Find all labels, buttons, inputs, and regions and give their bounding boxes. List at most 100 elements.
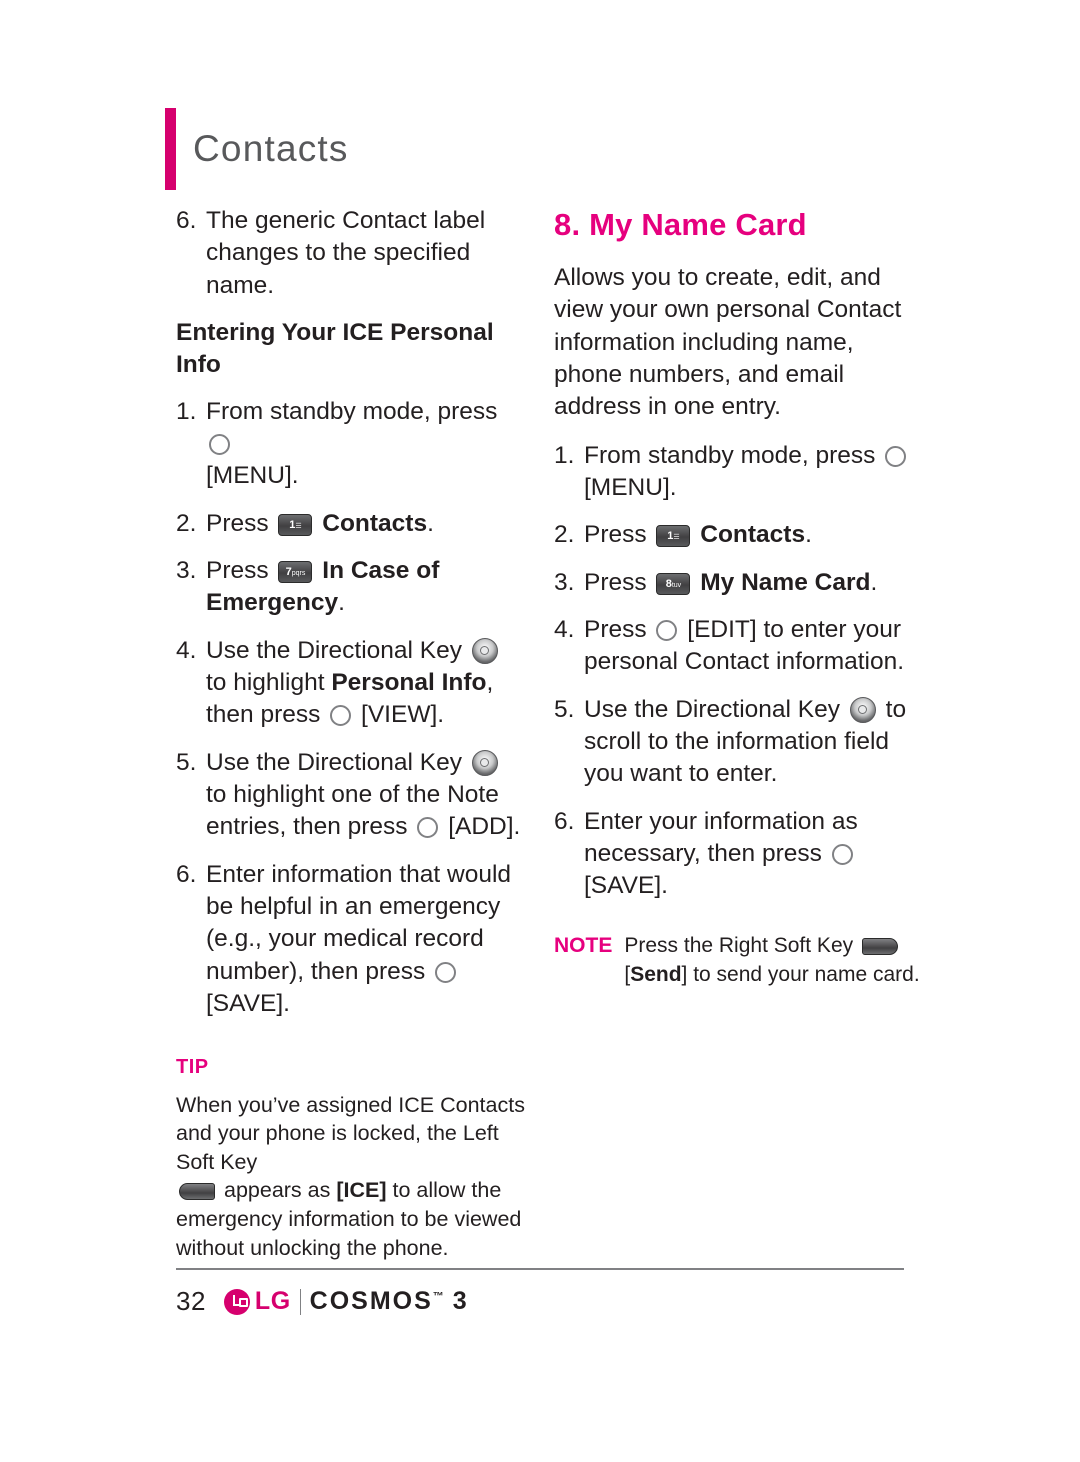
left-step-6: 6. Enter information that would be helpf…	[176, 859, 526, 1021]
step-number: 1.	[176, 397, 197, 425]
step-text: From standby mode, press [MENU].	[584, 440, 926, 505]
left-step-5: 5. Use the Directional Key to highlight …	[176, 747, 526, 844]
manual-page: Contacts 6. The generic Contact label ch…	[0, 0, 1080, 1462]
step-text-post: [VIEW].	[361, 701, 445, 729]
nav-key-icon	[471, 637, 498, 664]
lg-face-icon	[223, 1288, 250, 1315]
step-number: 6.	[554, 807, 575, 835]
header-accent-bar	[165, 108, 176, 190]
key-1-symbol: ☰	[295, 522, 302, 530]
page-title: Contacts	[193, 128, 349, 169]
key-1-icon: 1☰	[656, 525, 691, 548]
tip-boxed-label: [ICE]	[336, 1178, 387, 1203]
right-step-5: 5. Use the Directional Key to scroll to …	[554, 694, 926, 791]
step-text: Use the Directional Key to scroll to the…	[584, 694, 926, 791]
footer-divider	[176, 1268, 904, 1270]
right-step-3: 3. Press 8tuv My Name Card.	[554, 567, 926, 599]
step-text-pre: From standby mode, press	[584, 441, 876, 469]
step-text: Press [EDIT] to enter your personal Cont…	[584, 614, 926, 679]
step-text-post: [ADD].	[448, 813, 521, 841]
lg-logo: LG	[223, 1287, 291, 1316]
subsection-heading: Entering Your ICE Personal Info	[176, 318, 494, 379]
step-text: Press 7pqrs In Case of Emergency.	[206, 555, 526, 620]
step-number: 1.	[554, 441, 575, 469]
key-7-letters: pqrs	[291, 569, 306, 577]
section-title: 8. My Name Card	[554, 207, 807, 242]
tip-text-part1: When you’ve assigned ICE Contacts and yo…	[176, 1092, 525, 1174]
nav-key-icon	[849, 696, 876, 723]
left-step-4: 4. Use the Directional Key to highlight …	[176, 635, 526, 732]
note-text-part2: ] to send your name card.	[681, 962, 920, 986]
right-column: 8. My Name Card Allows you to create, ed…	[554, 205, 926, 989]
note-text-part1: Press the Right Soft Key	[624, 934, 854, 958]
step-bold-term: Personal Info	[331, 668, 487, 696]
step-text-post: [SAVE].	[206, 989, 290, 1017]
round-key-icon	[435, 961, 457, 983]
step-text: Enter information that would be helpful …	[206, 859, 526, 1021]
step-text-post: [MENU].	[206, 462, 299, 490]
round-key-icon	[417, 817, 439, 839]
step-text: Press 1☰ Contacts.	[206, 508, 526, 540]
step-number: 5.	[176, 748, 197, 776]
step-text-post: [MENU].	[584, 473, 677, 501]
step-text-pre: Press	[584, 521, 647, 549]
page-footer: 32 LG COSMOS™ 3	[176, 1286, 469, 1317]
step-text-pre: Use the Directional Key	[584, 695, 841, 723]
step-number: 3.	[176, 556, 197, 584]
step-text-pre: From standby mode, press	[206, 397, 498, 425]
right-step-1: 1. From standby mode, press [MENU].	[554, 440, 926, 505]
right-step-6: 6. Enter your information as necessary, …	[554, 806, 926, 903]
left-step-1: 1. From standby mode, press [MENU].	[176, 396, 526, 493]
tip-label: TIP	[176, 1056, 209, 1079]
page-number: 32	[176, 1286, 206, 1316]
step-text-post: .	[870, 568, 878, 596]
step-bold-term: Contacts	[322, 509, 428, 537]
step-text-pre: Press	[584, 568, 647, 596]
key-1-symbol: ☰	[673, 534, 680, 542]
step-text: Use the Directional Key to highlight one…	[206, 747, 526, 844]
step-number: 6.	[176, 860, 197, 888]
step-text: Enter your information as necessary, the…	[584, 806, 926, 903]
step-number: 2.	[176, 509, 197, 537]
step-text: The generic Contact label changes to the…	[206, 207, 486, 299]
step-text-mid: to highlight	[206, 668, 325, 696]
left-soft-key-icon	[179, 1183, 215, 1201]
step-text-pre: Press	[584, 615, 647, 643]
tip-text-part2: appears as	[223, 1178, 331, 1203]
product-version: 3	[452, 1287, 469, 1315]
step-6-previous: 6. The generic Contact label changes to …	[176, 205, 526, 302]
note-block: NOTE Press the Right Soft Key [Send] to …	[554, 932, 926, 989]
left-step-2: 2. Press 1☰ Contacts.	[176, 508, 526, 540]
step-text-post: .	[427, 509, 434, 537]
key-8-letters: tuv	[671, 581, 682, 589]
lg-wordmark: LG	[254, 1287, 291, 1315]
step-text: From standby mode, press [MENU].	[206, 396, 526, 493]
round-key-icon	[831, 843, 853, 865]
nav-key-icon	[471, 749, 498, 776]
step-text-pre: Use the Directional Key	[206, 636, 463, 664]
step-text-pre: Enter information that would be helpful …	[206, 860, 512, 985]
round-key-icon	[330, 705, 352, 727]
step-bold-term: My Name Card	[700, 568, 871, 596]
step-text-pre: Use the Directional Key	[206, 748, 463, 776]
key-7-pqrs-icon: 7pqrs	[278, 560, 313, 583]
key-8-tuv-icon: 8tuv	[656, 572, 691, 595]
step-text-post: .	[338, 589, 345, 617]
step-number: 6.	[176, 207, 197, 234]
footer-logo-divider	[299, 1288, 301, 1315]
tip-body: When you’ve assigned ICE Contacts and yo…	[176, 1091, 526, 1263]
product-name: COSMOS	[309, 1287, 433, 1315]
key-1-icon: 1☰	[278, 513, 313, 536]
right-soft-key-icon	[861, 938, 898, 956]
round-key-icon	[656, 619, 678, 641]
step-text-post: .	[805, 521, 812, 549]
step-text-pre: Enter your information as necessary, the…	[584, 807, 858, 867]
trademark-symbol: ™	[432, 1290, 444, 1303]
left-column: 6. The generic Contact label changes to …	[176, 205, 526, 1262]
step-number: 4.	[176, 636, 197, 664]
step-text: Press 8tuv My Name Card.	[584, 567, 926, 599]
step-text-post: [SAVE].	[584, 872, 668, 900]
step-text: Press 1☰ Contacts.	[584, 519, 926, 551]
product-wordmark: COSMOS™ 3	[310, 1287, 469, 1316]
note-bold-term: Send	[630, 962, 682, 986]
